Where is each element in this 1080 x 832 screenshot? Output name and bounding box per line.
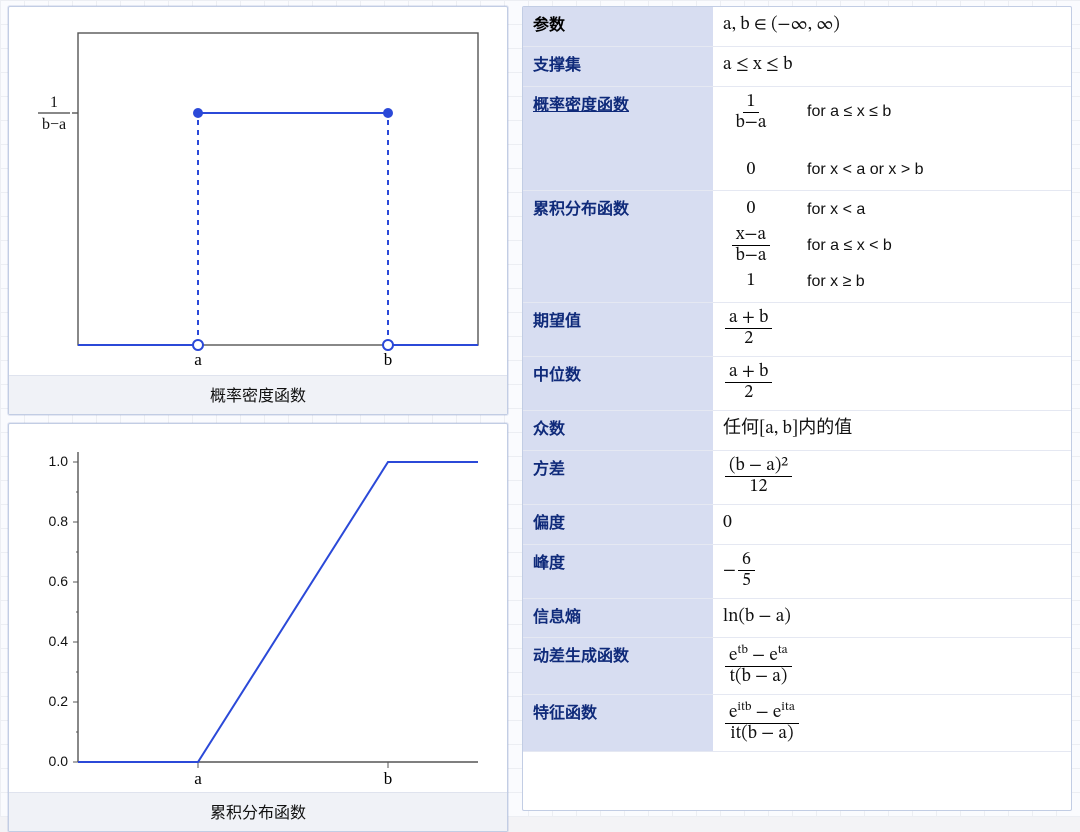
svg-text:1: 1 xyxy=(50,94,58,111)
label-kurtosis: 峰度 xyxy=(523,544,713,598)
label-pdf[interactable]: 概率密度函数 xyxy=(523,86,713,191)
label-parameters: 参数 xyxy=(523,7,713,46)
label-median: 中位数 xyxy=(523,356,713,410)
value-cdf: 0for x < a x−ab−afor a ≤ x < b 1for x ≥ … xyxy=(713,191,1071,303)
label-cdf: 累积分布函数 xyxy=(523,191,713,303)
svg-text:a: a xyxy=(194,769,202,788)
row-mean: 期望值 a + b2 xyxy=(523,302,1071,356)
row-cf: 特征函数 eitb − eitait(b − a) xyxy=(523,695,1071,752)
row-kurtosis: 峰度 −65 xyxy=(523,544,1071,598)
svg-text:0.8: 0.8 xyxy=(49,513,69,529)
label-entropy: 信息熵 xyxy=(523,598,713,638)
svg-text:0.6: 0.6 xyxy=(49,573,69,589)
value-variance: (b − a)²12 xyxy=(713,450,1071,504)
pdf-caption: 概率密度函数 xyxy=(9,375,507,414)
row-mode: 众数 任何[a, b]内的值 xyxy=(523,410,1071,450)
pdf-chart: 1 b−a a b xyxy=(18,15,498,375)
value-cf: eitb − eitait(b − a) xyxy=(713,695,1071,752)
cdf-caption: 累积分布函数 xyxy=(9,792,507,831)
label-mean: 期望值 xyxy=(523,302,713,356)
label-mgf: 动差生成函数 xyxy=(523,638,713,695)
row-median: 中位数 a + b2 xyxy=(523,356,1071,410)
svg-text:0.4: 0.4 xyxy=(49,633,69,649)
label-cf: 特征函数 xyxy=(523,695,713,752)
left-column: 1 b−a a b xyxy=(8,6,508,811)
svg-text:0.2: 0.2 xyxy=(49,693,69,709)
svg-text:a: a xyxy=(194,350,202,369)
value-median: a + b2 xyxy=(713,356,1071,410)
svg-text:b: b xyxy=(384,350,393,369)
value-mgf: etb − etat(b − a) xyxy=(713,638,1071,695)
svg-text:b: b xyxy=(384,769,393,788)
row-skewness: 偏度 0 xyxy=(523,504,1071,544)
row-variance: 方差 (b − a)²12 xyxy=(523,450,1071,504)
svg-text:0.0: 0.0 xyxy=(49,753,69,769)
label-support: 支撑集 xyxy=(523,46,713,86)
value-parameters: a, b ∈ (−∞, ∞) xyxy=(713,7,1071,46)
svg-text:b−a: b−a xyxy=(42,116,66,133)
value-mean: a + b2 xyxy=(713,302,1071,356)
value-pdf: 1b−a for a ≤ x ≤ b 0 for x < a or x > b xyxy=(713,86,1071,191)
row-support: 支撑集 a ≤ x ≤ b xyxy=(523,46,1071,86)
value-entropy: ln(b − a) xyxy=(713,598,1071,638)
label-skewness: 偏度 xyxy=(523,504,713,544)
value-mode: 任何[a, b]内的值 xyxy=(713,410,1071,450)
label-variance: 方差 xyxy=(523,450,713,504)
svg-text:1.0: 1.0 xyxy=(49,453,69,469)
cdf-chart-card: 0.0 0.2 0.4 0.6 0.8 1.0 a b 累积分布函数 xyxy=(8,423,508,832)
row-entropy: 信息熵 ln(b − a) xyxy=(523,598,1071,638)
properties-panel: 参数 a, b ∈ (−∞, ∞) 支撑集 a ≤ x ≤ b 概率密度函数 1… xyxy=(522,6,1072,811)
pdf-chart-card: 1 b−a a b xyxy=(8,6,508,415)
value-support: a ≤ x ≤ b xyxy=(713,46,1071,86)
value-skewness: 0 xyxy=(713,504,1071,544)
row-cdf: 累积分布函数 0for x < a x−ab−afor a ≤ x < b 1f… xyxy=(523,191,1071,303)
page-root: 1 b−a a b xyxy=(0,0,1080,817)
label-mode: 众数 xyxy=(523,410,713,450)
row-parameters: 参数 a, b ∈ (−∞, ∞) xyxy=(523,7,1071,46)
row-mgf: 动差生成函数 etb − etat(b − a) xyxy=(523,638,1071,695)
row-pdf: 概率密度函数 1b−a for a ≤ x ≤ b 0 for x < a or… xyxy=(523,86,1071,191)
value-kurtosis: −65 xyxy=(713,544,1071,598)
cdf-chart: 0.0 0.2 0.4 0.6 0.8 1.0 a b xyxy=(18,432,498,792)
properties-table: 参数 a, b ∈ (−∞, ∞) 支撑集 a ≤ x ≤ b 概率密度函数 1… xyxy=(523,7,1071,752)
